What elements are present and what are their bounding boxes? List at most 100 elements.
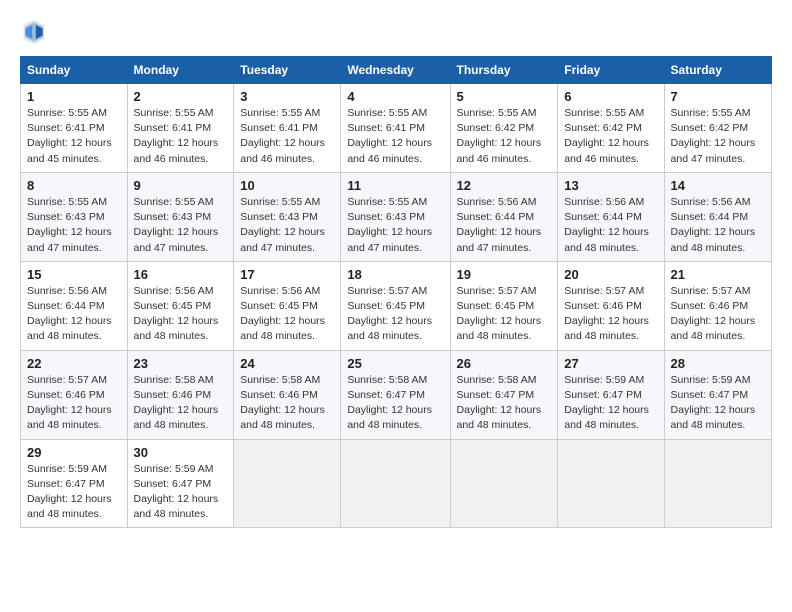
day-info: Sunrise: 5:58 AMSunset: 6:46 PMDaylight:… xyxy=(240,373,334,434)
day-number: 13 xyxy=(564,178,657,193)
calendar-cell: 22Sunrise: 5:57 AMSunset: 6:46 PMDayligh… xyxy=(21,350,128,439)
day-info: Sunrise: 5:59 AMSunset: 6:47 PMDaylight:… xyxy=(134,462,228,523)
day-info: Sunrise: 5:55 AMSunset: 6:42 PMDaylight:… xyxy=(564,106,657,167)
calendar-cell: 25Sunrise: 5:58 AMSunset: 6:47 PMDayligh… xyxy=(341,350,450,439)
calendar-cell xyxy=(558,439,664,528)
calendar-cell: 7 Sunrise: 5:55 AMSunset: 6:42 PMDaylight… xyxy=(664,84,771,173)
day-info: Sunrise: 5:59 AMSunset: 6:47 PMDaylight:… xyxy=(27,462,121,523)
day-number: 19 xyxy=(457,267,552,282)
day-number: 11 xyxy=(347,178,443,193)
calendar-cell: 8Sunrise: 5:55 AMSunset: 6:43 PMDaylight… xyxy=(21,172,128,261)
calendar-table: SundayMondayTuesdayWednesdayThursdayFrid… xyxy=(20,56,772,528)
day-info: Sunrise: 5:55 AMSunset: 6:42 PMDaylight:… xyxy=(457,106,552,167)
logo-icon xyxy=(20,18,48,46)
calendar-cell: 15Sunrise: 5:56 AMSunset: 6:44 PMDayligh… xyxy=(21,261,128,350)
day-number: 5 xyxy=(457,89,552,104)
day-info: Sunrise: 5:58 AMSunset: 6:46 PMDaylight:… xyxy=(134,373,228,434)
day-number: 10 xyxy=(240,178,334,193)
header xyxy=(20,18,772,46)
calendar-cell xyxy=(341,439,450,528)
day-info: Sunrise: 5:55 AMSunset: 6:42 PMDaylight:… xyxy=(671,106,765,167)
day-info: Sunrise: 5:55 AMSunset: 6:43 PMDaylight:… xyxy=(27,195,121,256)
col-header-tuesday: Tuesday xyxy=(234,57,341,84)
day-number: 17 xyxy=(240,267,334,282)
day-info: Sunrise: 5:55 AMSunset: 6:41 PMDaylight:… xyxy=(27,106,121,167)
calendar-cell: 2Sunrise: 5:55 AMSunset: 6:41 PMDaylight… xyxy=(127,84,234,173)
calendar-cell: 3 Sunrise: 5:55 AMSunset: 6:41 PMDaylight… xyxy=(234,84,341,173)
calendar-cell: 4 Sunrise: 5:55 AMSunset: 6:41 PMDaylight… xyxy=(341,84,450,173)
calendar-cell: 28 Sunrise: 5:59 AMSunset: 6:47 PMDayligh… xyxy=(664,350,771,439)
col-header-sunday: Sunday xyxy=(21,57,128,84)
day-number: 9 xyxy=(134,178,228,193)
day-info: Sunrise: 5:56 AMSunset: 6:44 PMDaylight:… xyxy=(564,195,657,256)
day-info: Sunrise: 5:56 AMSunset: 6:44 PMDaylight:… xyxy=(27,284,121,345)
day-info: Sunrise: 5:56 AMSunset: 6:45 PMDaylight:… xyxy=(240,284,334,345)
calendar-cell: 9 Sunrise: 5:55 AMSunset: 6:43 PMDaylight… xyxy=(127,172,234,261)
day-number: 28 xyxy=(671,356,765,371)
day-info: Sunrise: 5:57 AMSunset: 6:45 PMDaylight:… xyxy=(457,284,552,345)
day-number: 7 xyxy=(671,89,765,104)
logo xyxy=(20,18,52,46)
day-info: Sunrise: 5:57 AMSunset: 6:46 PMDaylight:… xyxy=(27,373,121,434)
week-row-3: 15Sunrise: 5:56 AMSunset: 6:44 PMDayligh… xyxy=(21,261,772,350)
calendar-cell: 14 Sunrise: 5:56 AMSunset: 6:44 PMDayligh… xyxy=(664,172,771,261)
col-header-thursday: Thursday xyxy=(450,57,558,84)
day-info: Sunrise: 5:58 AMSunset: 6:47 PMDaylight:… xyxy=(347,373,443,434)
calendar-cell: 17 Sunrise: 5:56 AMSunset: 6:45 PMDayligh… xyxy=(234,261,341,350)
calendar-cell: 26 Sunrise: 5:58 AMSunset: 6:47 PMDayligh… xyxy=(450,350,558,439)
day-info: Sunrise: 5:55 AMSunset: 6:43 PMDaylight:… xyxy=(347,195,443,256)
day-info: Sunrise: 5:55 AMSunset: 6:43 PMDaylight:… xyxy=(240,195,334,256)
week-row-5: 29 Sunrise: 5:59 AMSunset: 6:47 PMDayligh… xyxy=(21,439,772,528)
day-number: 14 xyxy=(671,178,765,193)
page: SundayMondayTuesdayWednesdayThursdayFrid… xyxy=(0,0,792,612)
calendar-cell: 16 Sunrise: 5:56 AMSunset: 6:45 PMDayligh… xyxy=(127,261,234,350)
calendar-cell xyxy=(664,439,771,528)
day-number: 21 xyxy=(671,267,765,282)
day-number: 23 xyxy=(134,356,228,371)
calendar-cell: 20Sunrise: 5:57 AMSunset: 6:46 PMDayligh… xyxy=(558,261,664,350)
day-info: Sunrise: 5:57 AMSunset: 6:46 PMDaylight:… xyxy=(564,284,657,345)
week-row-4: 22Sunrise: 5:57 AMSunset: 6:46 PMDayligh… xyxy=(21,350,772,439)
day-info: Sunrise: 5:58 AMSunset: 6:47 PMDaylight:… xyxy=(457,373,552,434)
calendar-cell xyxy=(234,439,341,528)
week-row-1: 1 Sunrise: 5:55 AMSunset: 6:41 PMDaylight… xyxy=(21,84,772,173)
day-number: 6 xyxy=(564,89,657,104)
col-header-monday: Monday xyxy=(127,57,234,84)
day-number: 1 xyxy=(27,89,121,104)
calendar-cell: 18 Sunrise: 5:57 AMSunset: 6:45 PMDayligh… xyxy=(341,261,450,350)
day-number: 24 xyxy=(240,356,334,371)
day-info: Sunrise: 5:59 AMSunset: 6:47 PMDaylight:… xyxy=(671,373,765,434)
day-info: Sunrise: 5:59 AMSunset: 6:47 PMDaylight:… xyxy=(564,373,657,434)
day-info: Sunrise: 5:55 AMSunset: 6:41 PMDaylight:… xyxy=(347,106,443,167)
day-number: 18 xyxy=(347,267,443,282)
calendar-cell xyxy=(450,439,558,528)
calendar-cell: 6 Sunrise: 5:55 AMSunset: 6:42 PMDaylight… xyxy=(558,84,664,173)
calendar-cell: 5 Sunrise: 5:55 AMSunset: 6:42 PMDaylight… xyxy=(450,84,558,173)
day-info: Sunrise: 5:56 AMSunset: 6:44 PMDaylight:… xyxy=(671,195,765,256)
calendar-cell: 30 Sunrise: 5:59 AMSunset: 6:47 PMDayligh… xyxy=(127,439,234,528)
day-info: Sunrise: 5:57 AMSunset: 6:46 PMDaylight:… xyxy=(671,284,765,345)
calendar-cell: 10 Sunrise: 5:55 AMSunset: 6:43 PMDayligh… xyxy=(234,172,341,261)
col-header-wednesday: Wednesday xyxy=(341,57,450,84)
day-number: 27 xyxy=(564,356,657,371)
day-info: Sunrise: 5:57 AMSunset: 6:45 PMDaylight:… xyxy=(347,284,443,345)
day-number: 30 xyxy=(134,445,228,460)
calendar-cell: 11 Sunrise: 5:55 AMSunset: 6:43 PMDayligh… xyxy=(341,172,450,261)
calendar-cell: 21 Sunrise: 5:57 AMSunset: 6:46 PMDayligh… xyxy=(664,261,771,350)
day-number: 16 xyxy=(134,267,228,282)
calendar-cell: 13 Sunrise: 5:56 AMSunset: 6:44 PMDayligh… xyxy=(558,172,664,261)
day-info: Sunrise: 5:56 AMSunset: 6:45 PMDaylight:… xyxy=(134,284,228,345)
week-row-2: 8Sunrise: 5:55 AMSunset: 6:43 PMDaylight… xyxy=(21,172,772,261)
day-info: Sunrise: 5:55 AMSunset: 6:41 PMDaylight:… xyxy=(134,106,228,167)
calendar-cell: 27 Sunrise: 5:59 AMSunset: 6:47 PMDayligh… xyxy=(558,350,664,439)
day-number: 26 xyxy=(457,356,552,371)
day-info: Sunrise: 5:55 AMSunset: 6:41 PMDaylight:… xyxy=(240,106,334,167)
day-info: Sunrise: 5:55 AMSunset: 6:43 PMDaylight:… xyxy=(134,195,228,256)
day-number: 12 xyxy=(457,178,552,193)
column-header-row: SundayMondayTuesdayWednesdayThursdayFrid… xyxy=(21,57,772,84)
day-number: 4 xyxy=(347,89,443,104)
calendar-cell: 1 Sunrise: 5:55 AMSunset: 6:41 PMDaylight… xyxy=(21,84,128,173)
day-number: 29 xyxy=(27,445,121,460)
day-number: 3 xyxy=(240,89,334,104)
day-info: Sunrise: 5:56 AMSunset: 6:44 PMDaylight:… xyxy=(457,195,552,256)
